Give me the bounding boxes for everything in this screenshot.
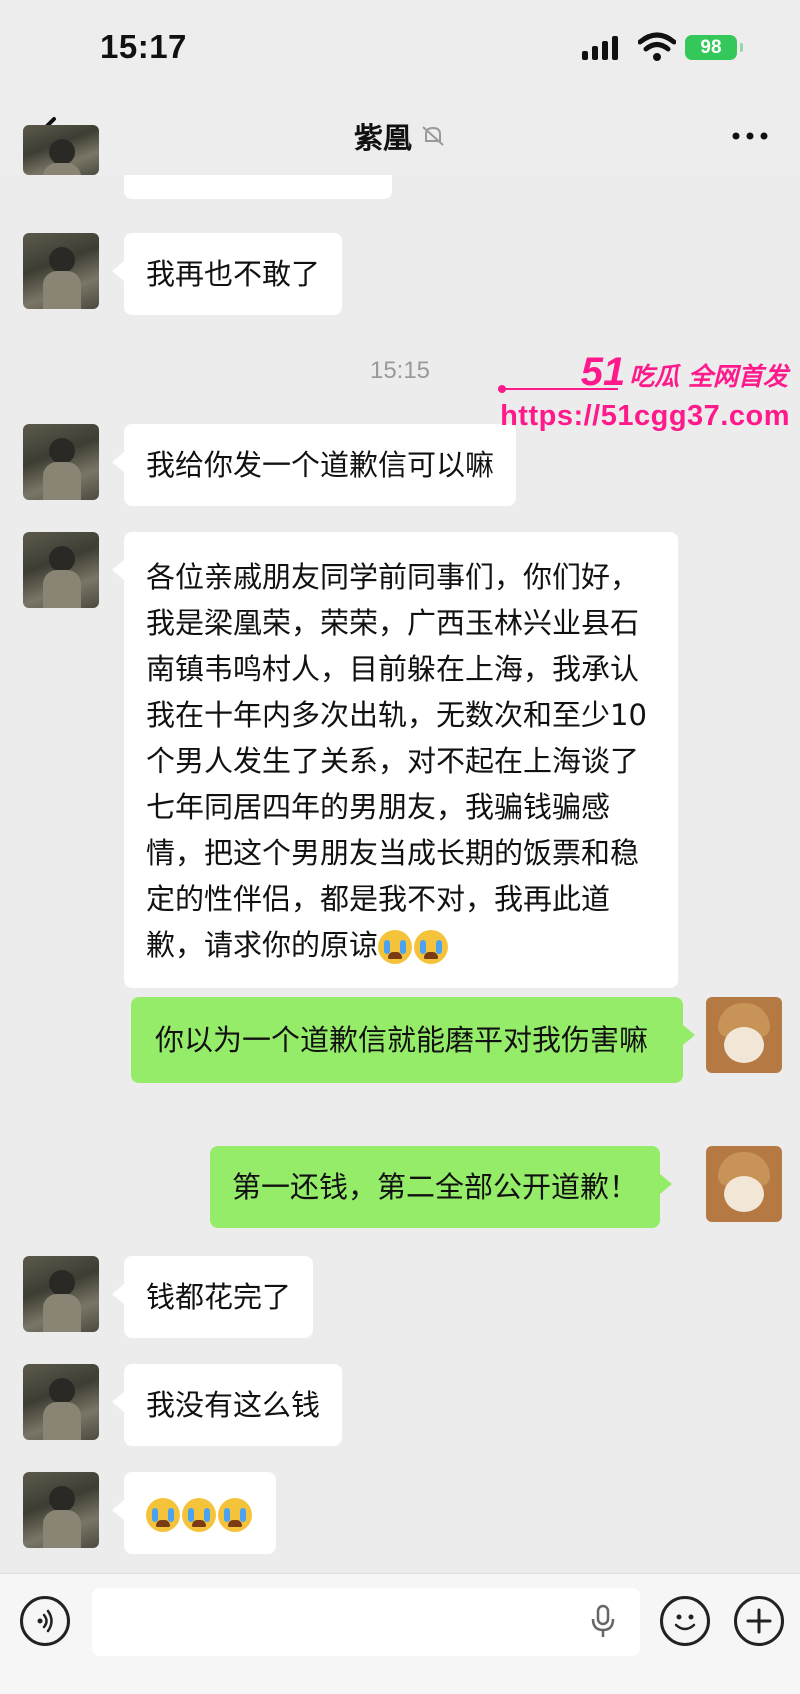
- bell-off-icon: [422, 126, 444, 146]
- crying-emoji: [182, 1498, 216, 1532]
- more-options-icon[interactable]: [730, 121, 770, 151]
- chat-header: 紫凰: [0, 95, 800, 175]
- crying-emoji: [146, 1498, 180, 1532]
- avatar[interactable]: [23, 532, 99, 608]
- emoji-button[interactable]: [660, 1596, 710, 1646]
- message-bubble: 钱都花完了: [111, 1256, 314, 1338]
- chat-title: 紫凰: [353, 121, 412, 155]
- avatar-self[interactable]: [706, 1146, 782, 1222]
- status-time: 15:17: [100, 28, 187, 65]
- smiley-icon: [674, 1614, 696, 1631]
- avatar[interactable]: [23, 1256, 99, 1332]
- message-bubble: 各位亲戚朋友同学前同事们，你们好，我是梁凰荣，荣荣，广西玉林兴业县石南镇韦鸣村人…: [112, 532, 678, 988]
- watermark: 51 吃瓜 全网首发 https://51cgg37.com: [498, 350, 798, 445]
- voice-input-button[interactable]: [20, 1596, 70, 1646]
- watermark-tagline: 吃瓜 全网首发: [629, 362, 788, 391]
- message-bubble: 我再也不敢了: [111, 233, 343, 315]
- watermark-url: https://51cgg37.com: [500, 400, 790, 432]
- avatar[interactable]: [23, 125, 99, 175]
- voice-icon: [37, 1609, 53, 1633]
- status-bar: 15:17 98: [0, 0, 800, 95]
- wifi-icon: [638, 32, 676, 61]
- avatar[interactable]: [23, 424, 99, 500]
- signal-icon: [582, 36, 618, 60]
- crying-emoji: [218, 1498, 252, 1532]
- message-bubble-sent: 你以为一个道歉信就能磨平对我伤害嘛: [131, 997, 695, 1083]
- watermark-brand: 51: [580, 350, 626, 394]
- message-bubble-sent: 第一还钱，第二全部公开道歉！: [210, 1146, 673, 1228]
- avatar[interactable]: [23, 1364, 99, 1440]
- microphone-icon[interactable]: [590, 1604, 616, 1640]
- battery-indicator: 98: [685, 35, 743, 60]
- crying-emoji: [378, 930, 413, 964]
- message-bubble: [112, 1472, 276, 1554]
- avatar[interactable]: [23, 233, 99, 309]
- message-input[interactable]: [92, 1588, 640, 1656]
- avatar[interactable]: [23, 1472, 99, 1548]
- message-bubble: 我给你发一个道歉信可以嘛: [111, 424, 517, 506]
- crying-emoji: [414, 930, 449, 964]
- message-bubble: 我没有这么钱: [111, 1364, 343, 1446]
- avatar-self[interactable]: [706, 997, 782, 1073]
- input-bar: [0, 1573, 800, 1694]
- more-actions-button[interactable]: [734, 1596, 784, 1646]
- plus-icon: [746, 1608, 772, 1634]
